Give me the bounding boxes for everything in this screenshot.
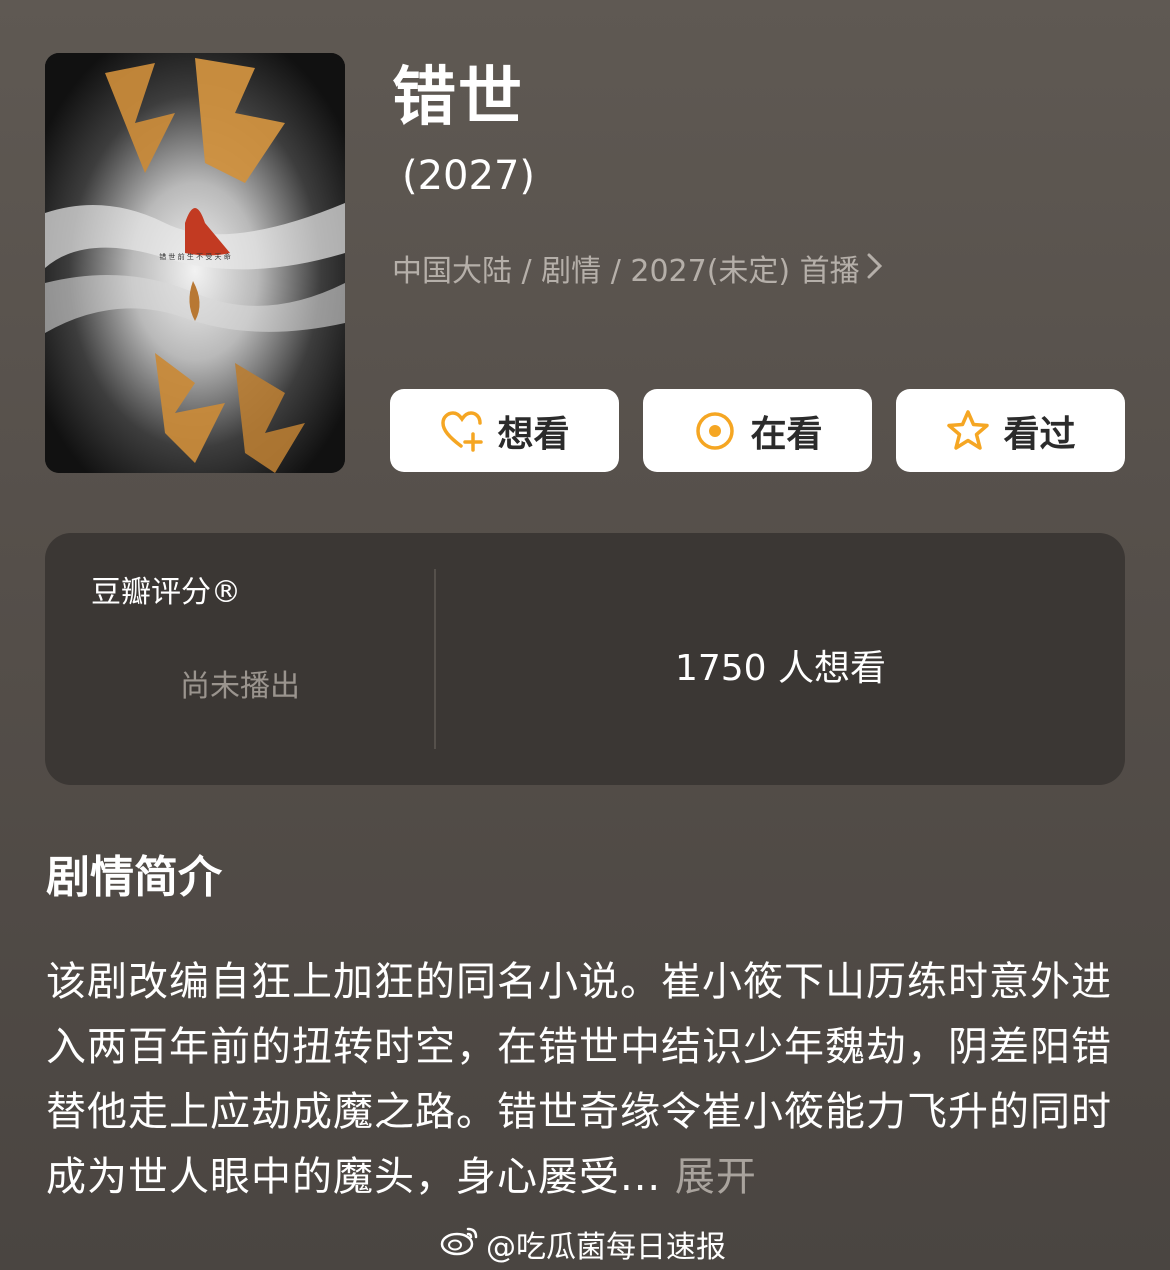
expand-link[interactable]: 展开 (675, 1154, 757, 1200)
watermark-text: @吃瓜菌每日速报 (486, 1230, 726, 1265)
rating-card: 豆瓣评分® 尚未播出 1750 人想看 (45, 533, 1125, 785)
show-year: (2027) (402, 153, 536, 199)
heart-plus-icon (439, 408, 485, 454)
weibo-icon (440, 1223, 480, 1265)
watched-label: 看过 (1003, 413, 1076, 455)
watermark: @吃瓜菌每日速报 (440, 1222, 726, 1266)
show-meta-link[interactable]: 中国大陆 / 剧情 / 2027(未定) 首播 (392, 250, 884, 294)
show-meta-text: 中国大陆 / 剧情 / 2027(未定) 首播 (392, 254, 860, 289)
poster-tagline: 错 世 前 生 不 受 天 命 (159, 252, 231, 261)
poster-image[interactable]: 错 世 前 生 不 受 天 命 (45, 53, 345, 473)
action-buttons: 想看 在看 看过 (390, 389, 1125, 472)
chevron-right-icon (866, 250, 884, 294)
rating-status: 尚未播出 (180, 669, 300, 704)
douban-rating-label: 豆瓣评分® (91, 575, 241, 610)
star-outline-icon (945, 408, 991, 454)
watching-label: 在看 (750, 413, 823, 455)
watched-button[interactable]: 看过 (896, 389, 1125, 472)
want-to-watch-label: 想看 (497, 413, 570, 455)
target-circle-icon (692, 408, 738, 454)
want-to-watch-button[interactable]: 想看 (390, 389, 619, 472)
synopsis-text: 该剧改编自狂上加狂的同名小说。崔小筱下山历练时意外进入两百年前的扭转时空，在错世… (46, 959, 1112, 1200)
want-count[interactable]: 1750 人想看 (436, 639, 1125, 691)
synopsis-title: 剧情简介 (46, 852, 222, 903)
watching-button[interactable]: 在看 (643, 389, 872, 472)
show-title: 错世 (392, 61, 524, 135)
synopsis-text-block: 该剧改编自狂上加狂的同名小说。崔小筱下山历练时意外进入两百年前的扭转时空，在错世… (46, 950, 1126, 1210)
